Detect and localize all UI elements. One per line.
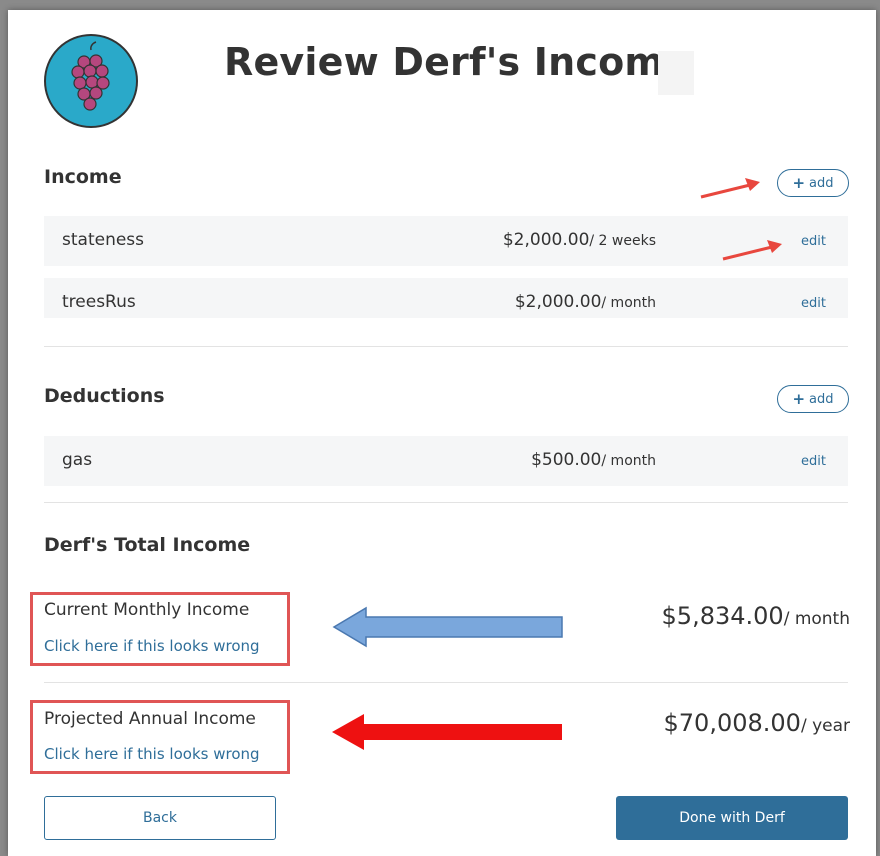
monthly-wrong-link[interactable]: Click here if this looks wrong bbox=[44, 637, 260, 655]
monthly-income-label: Current Monthly Income bbox=[44, 600, 250, 620]
income-name: treesRus bbox=[62, 292, 136, 312]
edit-income-link[interactable]: edit bbox=[801, 296, 826, 311]
income-name: stateness bbox=[62, 230, 145, 250]
add-deduction-label: add bbox=[809, 391, 834, 407]
back-button[interactable]: Back bbox=[44, 796, 276, 840]
section-divider bbox=[44, 502, 848, 503]
annual-income-total: $70,008.00/ year bbox=[663, 709, 850, 737]
income-review-card: Review Derf's Income Income + add staten… bbox=[8, 10, 876, 856]
income-amount: $2,000.00/ 2 weeks bbox=[502, 230, 656, 250]
annotation-arrow-red bbox=[332, 714, 562, 750]
add-income-label: add bbox=[809, 175, 834, 191]
title-highlight bbox=[658, 51, 694, 95]
page-title: Review Derf's Income bbox=[224, 40, 691, 84]
edit-income-link[interactable]: edit bbox=[801, 234, 826, 249]
annual-income-label: Projected Annual Income bbox=[44, 709, 256, 729]
total-income-heading: Derf's Total Income bbox=[44, 534, 251, 556]
add-deduction-button[interactable]: + add bbox=[777, 385, 849, 413]
section-divider bbox=[44, 682, 848, 683]
done-button[interactable]: Done with Derf bbox=[616, 796, 848, 840]
monthly-income-total: $5,834.00/ month bbox=[661, 602, 850, 630]
deduction-name: gas bbox=[62, 450, 93, 470]
annotation-pointer-edit bbox=[722, 240, 782, 261]
add-income-button[interactable]: + add bbox=[777, 169, 849, 197]
income-row-treesrus: treesRus $2,000.00/ month edit bbox=[44, 278, 848, 318]
annotation-arrow-blue bbox=[332, 606, 563, 648]
deduction-row-gas: gas $500.00/ month edit bbox=[44, 436, 848, 486]
grapes-icon bbox=[71, 41, 110, 111]
income-amount: $2,000.00/ month bbox=[514, 292, 656, 312]
edit-deduction-link[interactable]: edit bbox=[801, 454, 826, 469]
section-divider bbox=[44, 346, 848, 347]
avatar bbox=[44, 34, 138, 128]
annotation-pointer-add bbox=[700, 178, 760, 199]
plus-icon: + bbox=[792, 174, 806, 192]
annual-wrong-link[interactable]: Click here if this looks wrong bbox=[44, 745, 260, 763]
deduction-amount: $500.00/ month bbox=[531, 450, 656, 470]
deductions-heading: Deductions bbox=[44, 385, 165, 407]
income-heading: Income bbox=[44, 166, 122, 188]
plus-icon: + bbox=[792, 390, 806, 408]
